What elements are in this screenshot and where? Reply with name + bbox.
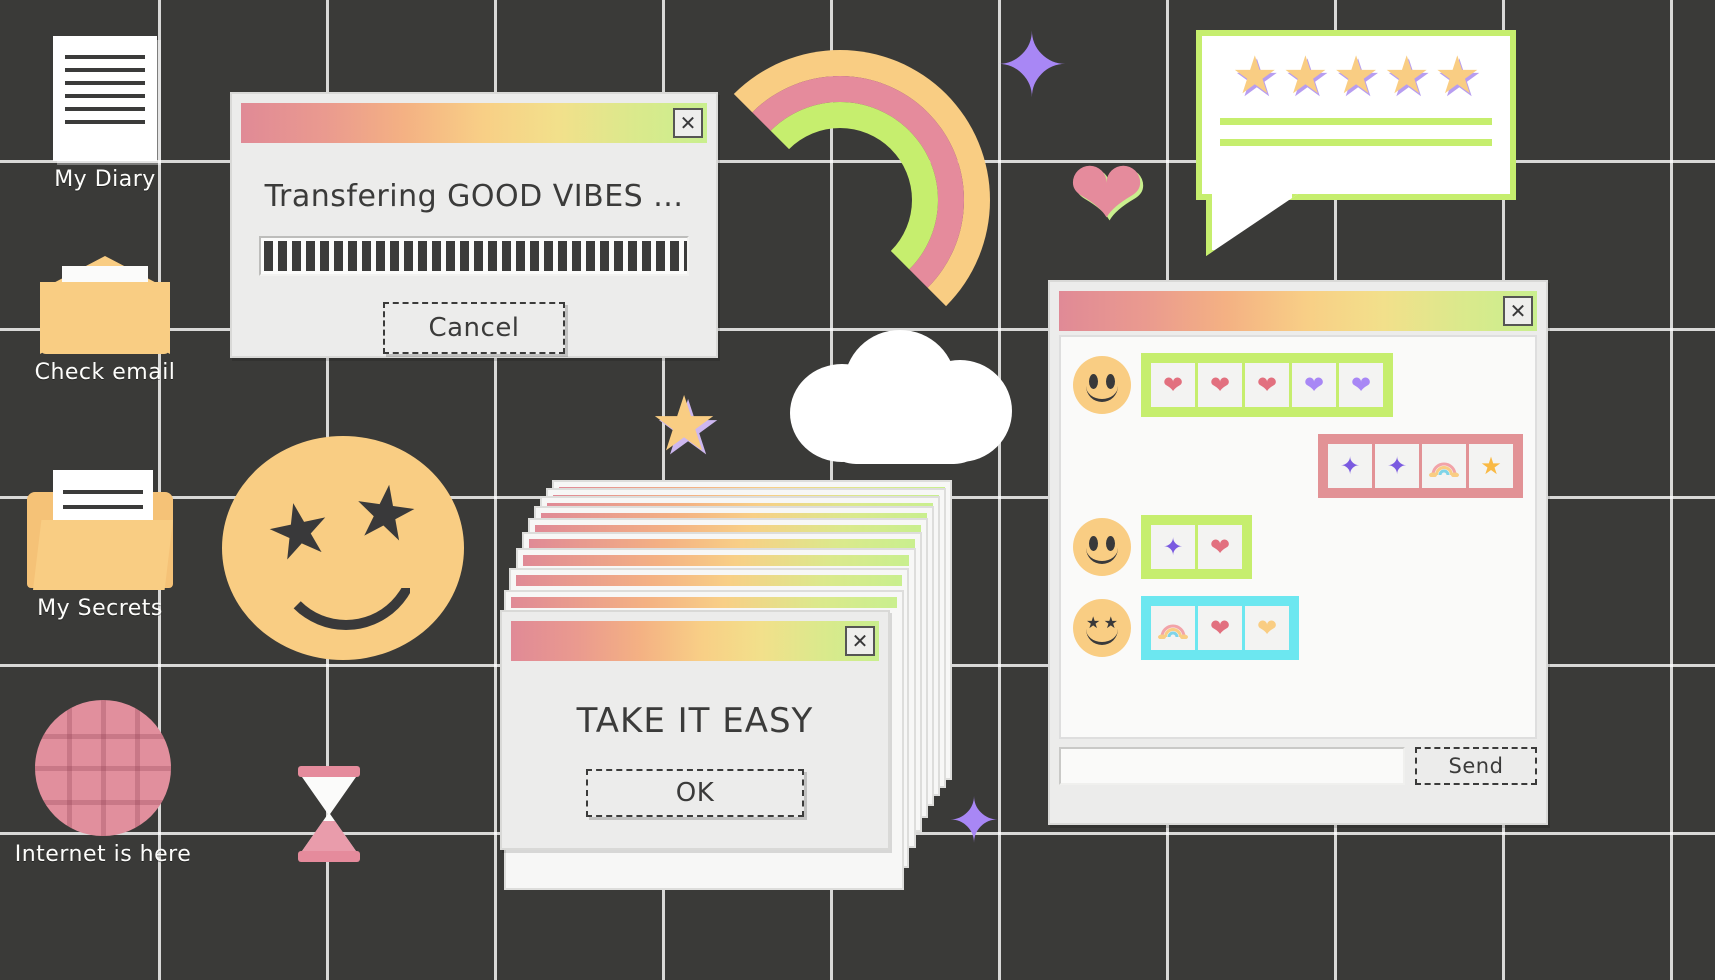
open-envelope-icon: @ xyxy=(40,256,170,354)
window-titlebar: ✕ xyxy=(511,621,879,661)
chat-message-row: ★ ★ ❤ ❤ xyxy=(1073,596,1523,660)
desktop-icon-label: Check email xyxy=(34,360,176,385)
message-bubble[interactable]: ✦ ✦ ★ xyxy=(1318,434,1523,498)
rainbow-icon xyxy=(1158,624,1188,639)
ok-button[interactable]: OK xyxy=(586,769,804,817)
chat-message-row: ✦ ✦ ★ xyxy=(1073,434,1523,498)
cloud-sticker xyxy=(790,330,1020,475)
emoji-tile: ❤ xyxy=(1245,363,1289,407)
folder-icon xyxy=(25,470,175,590)
emoji-tile: ❤ xyxy=(1198,525,1242,569)
star-icon: ★ xyxy=(1231,46,1279,106)
chat-message-row: ❤ ❤ ❤ ❤ ❤ xyxy=(1073,353,1523,417)
heart-sticker: ❤ xyxy=(1068,140,1146,247)
smiley-avatar xyxy=(1073,356,1131,414)
emoji-tile: ❤ xyxy=(1245,606,1289,650)
message-bubble[interactable]: ❤ ❤ xyxy=(1141,596,1299,660)
cancel-button[interactable]: Cancel xyxy=(383,302,565,354)
close-icon[interactable]: ✕ xyxy=(845,626,875,656)
star-icon: ★ xyxy=(1332,46,1380,106)
emoji-tile xyxy=(1422,444,1466,488)
smiley-avatar xyxy=(1073,518,1131,576)
send-button[interactable]: Send xyxy=(1415,747,1537,785)
emoji-tile xyxy=(1151,606,1195,650)
bubble-text-lines xyxy=(1202,102,1510,146)
desktop-icon-label: My Diary xyxy=(54,167,156,192)
star-rating: ★ ★ ★ ★ ★ xyxy=(1202,36,1510,102)
chat-footer: Send xyxy=(1059,747,1537,785)
emoji-tile: ❤ xyxy=(1292,363,1336,407)
star-rating-speech-bubble: ★ ★ ★ ★ ★ xyxy=(1196,30,1516,256)
chat-message-list[interactable]: ❤ ❤ ❤ ❤ ❤ ✦ ✦ ★ ✦ ❤ ★ ★ ❤ ❤ xyxy=(1059,335,1537,739)
star-eyed-smiley-sticker: ★ ★ xyxy=(222,436,464,660)
message-bubble[interactable]: ✦ ❤ xyxy=(1141,515,1252,579)
hourglass-sticker xyxy=(298,766,360,864)
document-icon xyxy=(53,36,157,161)
star-icon: ★ xyxy=(1383,46,1430,106)
four-point-sparkle-icon: ✦ xyxy=(948,784,1000,857)
transfer-status-text: Transfering GOOD VIBES ... xyxy=(264,179,684,214)
progress-bar xyxy=(259,236,689,276)
four-point-sparkle-icon: ✦ xyxy=(995,14,1069,117)
window-titlebar: ✕ xyxy=(1059,291,1537,331)
globe-icon xyxy=(35,700,171,836)
emoji-tile: ✦ xyxy=(1375,444,1419,488)
chat-window: ✕ ❤ ❤ ❤ ❤ ❤ ✦ ✦ ★ ✦ ❤ ★ ★ ❤ ❤ Send xyxy=(1048,280,1548,825)
desktop-icon-internet[interactable]: Internet is here xyxy=(8,700,198,867)
chat-message-row: ✦ ❤ xyxy=(1073,515,1523,579)
star-eyes-avatar: ★ ★ xyxy=(1073,599,1131,657)
star-icon: ★ xyxy=(1433,46,1481,106)
desktop-icon-label: My Secrets xyxy=(37,596,163,621)
emoji-tile: ❤ xyxy=(1339,363,1383,407)
window-titlebar: ✕ xyxy=(241,103,707,143)
desktop-icon-my-diary[interactable]: My Diary xyxy=(10,36,200,192)
message-bubble[interactable]: ❤ ❤ ❤ ❤ ❤ xyxy=(1141,353,1393,417)
transfer-dialog-window: ✕ Transfering GOOD VIBES ... Cancel xyxy=(230,92,718,358)
close-icon[interactable]: ✕ xyxy=(1503,296,1533,326)
desktop-icon-my-secrets[interactable]: My Secrets xyxy=(5,470,195,621)
emoji-tile: ✦ xyxy=(1328,444,1372,488)
desktop-icon-label: Internet is here xyxy=(14,842,192,867)
desktop-icon-check-email[interactable]: @ Check email xyxy=(10,256,200,385)
emoji-tile: ❤ xyxy=(1198,606,1242,650)
emoji-tile: ★ xyxy=(1469,444,1513,488)
gold-star-sticker: ★ xyxy=(650,379,719,468)
emoji-tile: ✦ xyxy=(1151,525,1195,569)
chat-input[interactable] xyxy=(1059,747,1405,785)
rainbow-icon xyxy=(1429,462,1459,477)
close-icon[interactable]: ✕ xyxy=(673,108,703,138)
emoji-tile: ❤ xyxy=(1151,363,1195,407)
easy-message-text: TAKE IT EASY xyxy=(576,701,814,741)
take-it-easy-window: ✕ TAKE IT EASY OK xyxy=(500,610,890,850)
star-icon: ★ xyxy=(1282,46,1329,106)
window-stack: ✕ TAKE IT EASY OK xyxy=(500,480,952,890)
emoji-tile: ❤ xyxy=(1198,363,1242,407)
